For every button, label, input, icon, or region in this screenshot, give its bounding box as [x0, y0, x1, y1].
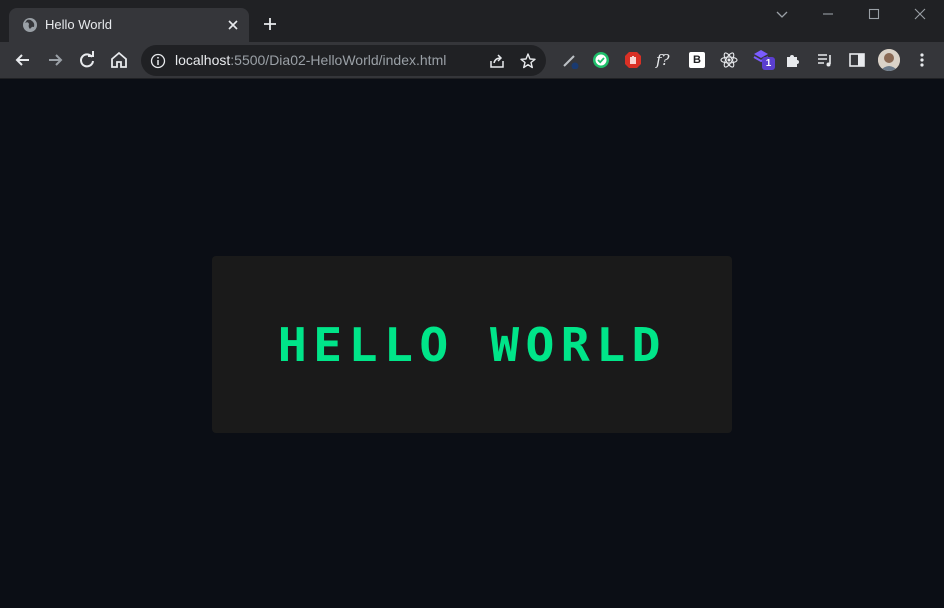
tab-hello-world[interactable]: Hello World: [9, 8, 249, 42]
tab-title: Hello World: [45, 17, 112, 32]
url-text[interactable]: localhost:5500/Dia02-HelloWorld/index.ht…: [175, 52, 446, 68]
share-icon[interactable]: [488, 52, 506, 70]
globe-icon: [23, 18, 37, 32]
extension-badge: 1: [762, 57, 775, 70]
url-host: localhost: [175, 52, 231, 68]
tab-search-icon[interactable]: [774, 6, 790, 22]
close-window-button[interactable]: [912, 6, 928, 22]
side-panel-icon[interactable]: [848, 51, 866, 69]
new-tab-button[interactable]: [261, 15, 279, 33]
address-bar[interactable]: localhost:5500/Dia02-HelloWorld/index.ht…: [141, 45, 546, 76]
minimize-button[interactable]: [820, 6, 836, 22]
back-button[interactable]: [13, 50, 33, 70]
extensions-puzzle-icon[interactable]: [784, 51, 802, 69]
stack-extension-icon[interactable]: 1: [752, 48, 776, 72]
page-viewport: HELLO WORLD: [0, 80, 944, 608]
react-devtools-icon[interactable]: [720, 51, 738, 69]
close-tab-icon[interactable]: [225, 17, 241, 33]
bookmark-star-icon[interactable]: [519, 52, 537, 70]
function-extension-icon[interactable]: f?: [656, 51, 678, 69]
hello-card: HELLO WORLD: [212, 256, 732, 433]
forward-button[interactable]: [45, 50, 65, 70]
pen-extension-icon[interactable]: [561, 51, 579, 69]
profile-avatar[interactable]: [878, 49, 900, 71]
home-button[interactable]: [109, 50, 129, 70]
browser-toolbar: localhost:5500/Dia02-HelloWorld/index.ht…: [0, 42, 944, 79]
menu-kebab-icon[interactable]: [913, 51, 931, 69]
media-controls-icon[interactable]: [816, 51, 834, 69]
browser-window: Hello World localhost:5500/Dia02-HelloWo…: [0, 0, 944, 608]
adblock-hand-icon[interactable]: [624, 51, 642, 69]
hello-heading: HELLO WORLD: [277, 317, 667, 372]
tab-strip: Hello World: [0, 0, 944, 42]
checkmark-extension-icon[interactable]: [592, 51, 610, 69]
bootstrap-extension-icon[interactable]: B: [689, 52, 705, 68]
profile-photo: [878, 49, 900, 71]
reload-button[interactable]: [77, 50, 97, 70]
url-path: :5500/Dia02-HelloWorld/index.html: [230, 52, 447, 68]
maximize-button[interactable]: [866, 6, 882, 22]
site-info-icon[interactable]: [150, 53, 166, 69]
